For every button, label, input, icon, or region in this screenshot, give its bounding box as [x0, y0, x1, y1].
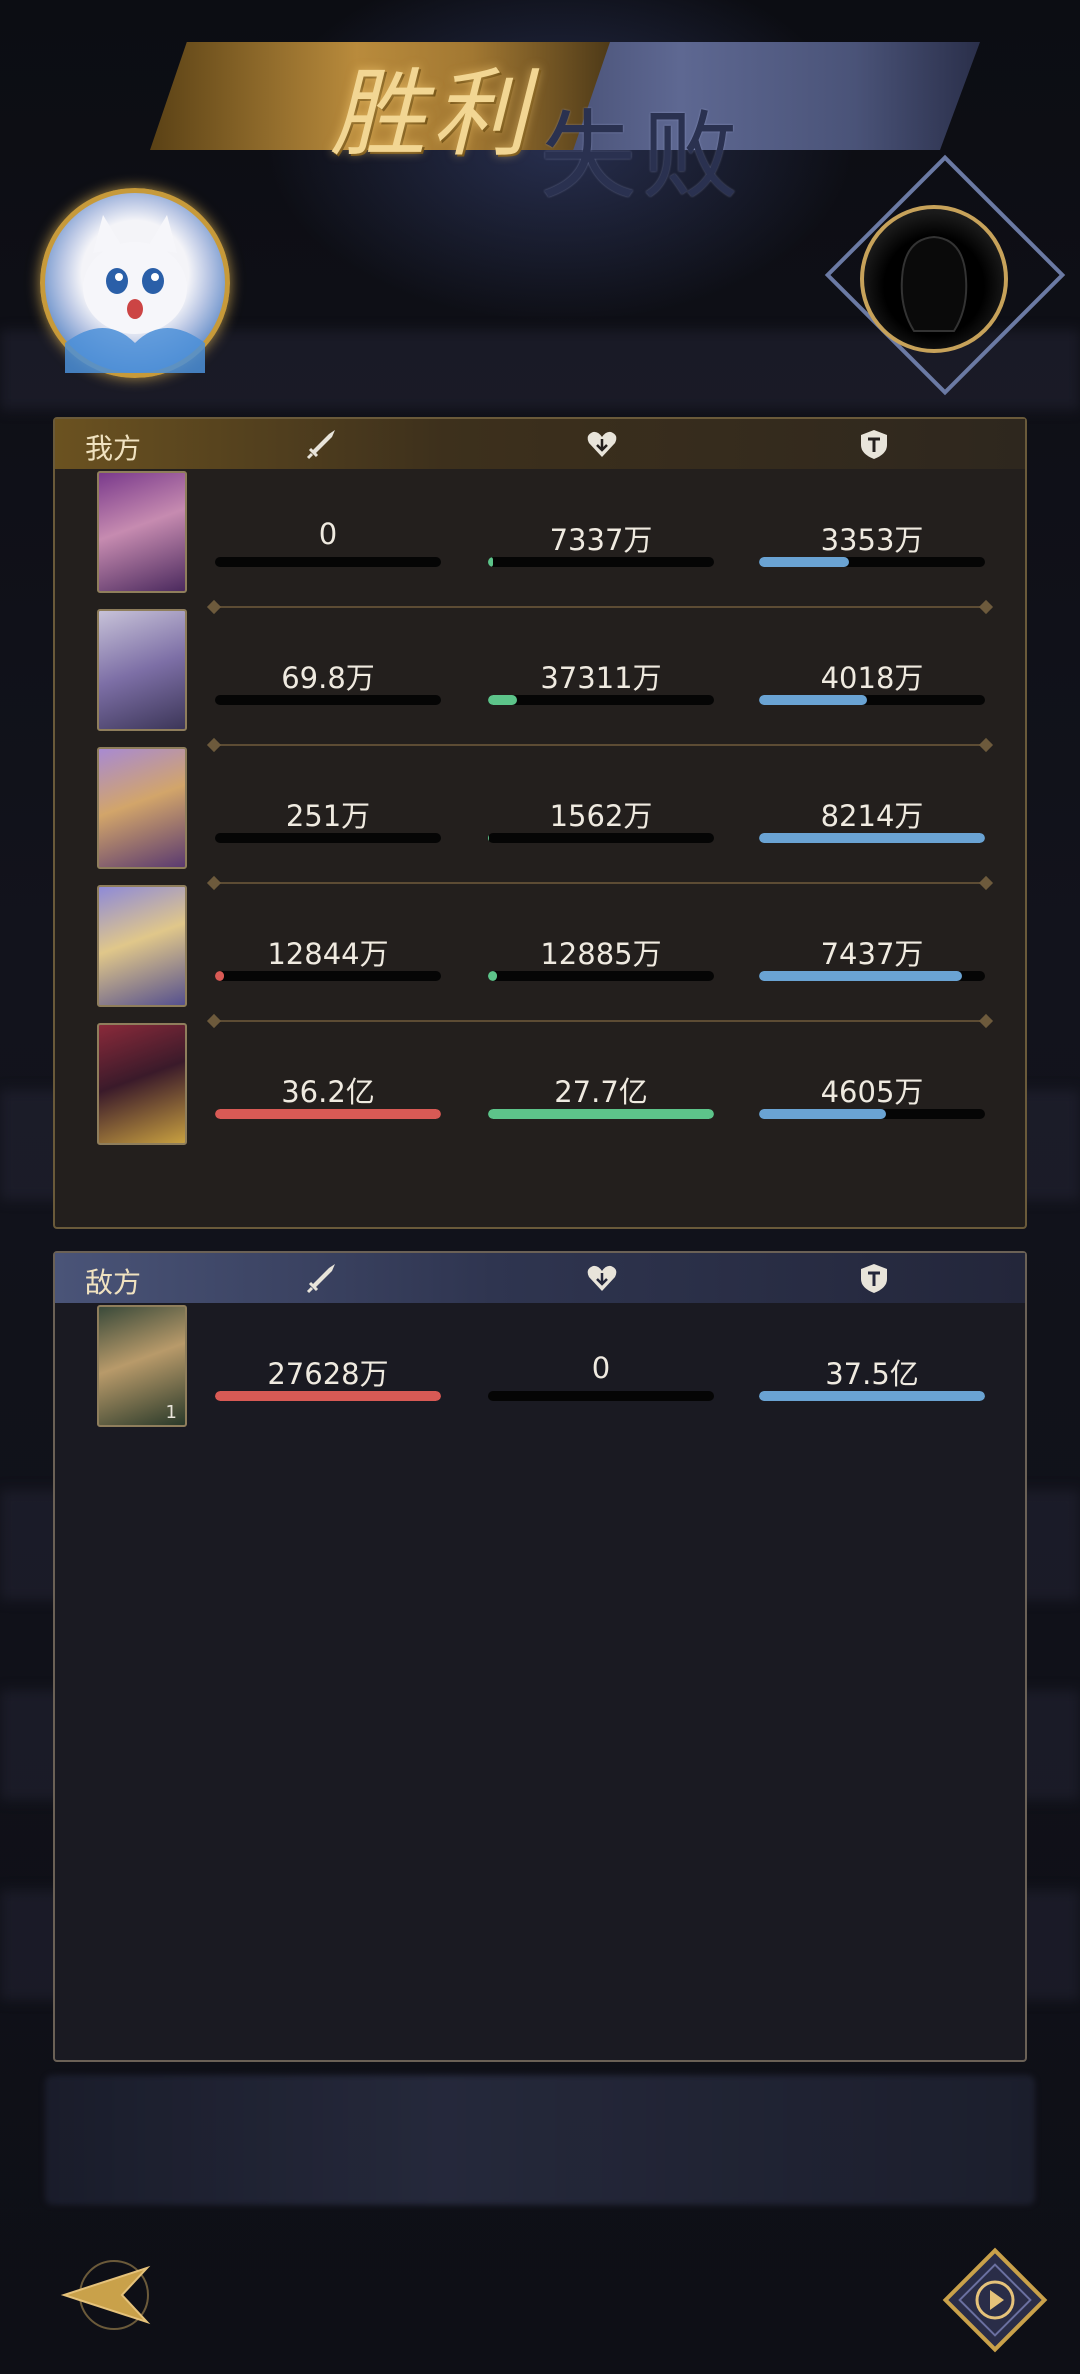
tank-bar	[759, 833, 985, 843]
row-divider	[215, 606, 985, 608]
enemy-stats-panel: 敌方 1 27628万 0 37.5亿	[53, 1251, 1027, 2062]
damage-bar	[215, 971, 441, 981]
heal-value: 1562万	[549, 799, 653, 833]
ally-hero-row[interactable]: 69.8万 37311万 4018万	[55, 609, 1025, 747]
sword-icon	[306, 430, 335, 460]
damage-value: 27628万	[267, 1357, 389, 1391]
bar-fill	[488, 971, 498, 981]
bar-fill	[759, 833, 985, 843]
damage-value: 36.2亿	[281, 1075, 375, 1109]
play-icon	[942, 2247, 1048, 2353]
heal-bar	[488, 833, 714, 843]
player-avatar[interactable]	[40, 188, 230, 378]
bar-fill	[488, 557, 493, 567]
hero-portrait[interactable]: 1	[97, 1305, 187, 1427]
bar-fill	[488, 833, 490, 843]
tank-bar	[759, 695, 985, 705]
bar-fill	[759, 971, 963, 981]
heart-icon	[587, 1265, 617, 1291]
damage-bar	[215, 1109, 441, 1119]
damage-bar	[215, 1391, 441, 1401]
ally-hero-row[interactable]: 251万 1562万 8214万	[55, 747, 1025, 885]
row-divider	[215, 744, 985, 746]
bar-fill	[759, 557, 850, 567]
tank-bar	[759, 971, 985, 981]
tank-bar	[759, 1109, 985, 1119]
heal-bar	[488, 1391, 714, 1401]
damage-value: 251万	[285, 799, 371, 833]
tank-value: 4018万	[820, 661, 924, 695]
heal-bar	[488, 971, 714, 981]
enemy-panel-header: 敌方	[55, 1253, 1025, 1303]
hero-portrait[interactable]	[97, 609, 187, 731]
ally-hero-row[interactable]: 0 7337万 3353万	[55, 471, 1025, 609]
damage-value: 69.8万	[281, 661, 375, 695]
heal-value: 0	[591, 1351, 611, 1385]
bar-fill	[488, 695, 518, 705]
tank-value: 37.5亿	[825, 1357, 919, 1391]
hero-portrait[interactable]	[97, 1023, 187, 1145]
tank-bar	[759, 557, 985, 567]
ally-stats-panel: 我方 0 7337万 3353万 69.8万 37311万 4018万 251万…	[53, 417, 1027, 1229]
heal-bar	[488, 557, 714, 567]
heal-bar	[488, 695, 714, 705]
hooded-figure-icon	[900, 235, 968, 332]
bar-fill	[488, 1109, 714, 1119]
heal-value: 7337万	[549, 523, 653, 557]
ally-hero-row[interactable]: 36.2亿 27.7亿 4605万	[55, 1023, 1025, 1161]
tank-value: 8214万	[820, 799, 924, 833]
tank-value: 3353万	[820, 523, 924, 557]
replay-button[interactable]	[940, 2245, 1050, 2355]
heal-value: 37311万	[540, 661, 662, 695]
defeat-text: 失败	[540, 100, 744, 212]
enemy-hero-row[interactable]: 1 27628万 0 37.5亿	[55, 1305, 1025, 1443]
heal-bar	[488, 1109, 714, 1119]
damage-bar	[215, 557, 441, 567]
heart-icon	[587, 431, 617, 457]
back-button[interactable]	[52, 2250, 162, 2340]
hero-level: 1	[165, 1402, 177, 1423]
damage-value: 12844万	[267, 937, 389, 971]
bar-fill	[215, 971, 225, 981]
damage-bar	[215, 833, 441, 843]
back-arrow-icon	[60, 2260, 151, 2330]
cat-avatar-icon	[65, 215, 205, 373]
blurred-background-card	[45, 2075, 1035, 2205]
tank-value: 4605万	[820, 1075, 924, 1109]
tank-value: 7437万	[820, 937, 924, 971]
enemy-avatar[interactable]	[860, 205, 1008, 353]
row-divider	[215, 882, 985, 884]
ally-panel-header: 我方	[55, 419, 1025, 469]
heal-value: 27.7亿	[554, 1075, 648, 1109]
sword-icon	[306, 1264, 335, 1294]
hero-portrait[interactable]	[97, 885, 187, 1007]
bar-fill	[759, 1391, 985, 1401]
tank-bar	[759, 1391, 985, 1401]
shield-icon	[861, 430, 887, 459]
shield-icon	[861, 1264, 887, 1293]
ally-label: 我方	[85, 432, 142, 465]
row-divider	[215, 1020, 985, 1022]
heal-value: 12885万	[540, 937, 662, 971]
bar-fill	[215, 1109, 441, 1119]
ally-hero-row[interactable]: 12844万 12885万 7437万	[55, 885, 1025, 1023]
damage-value: 0	[318, 517, 338, 551]
hero-portrait[interactable]	[97, 471, 187, 593]
damage-bar	[215, 695, 441, 705]
bar-fill	[759, 1109, 886, 1119]
enemy-label: 敌方	[85, 1266, 142, 1299]
bar-fill	[215, 1391, 441, 1401]
hero-portrait[interactable]	[97, 747, 187, 869]
bar-fill	[759, 695, 868, 705]
victory-text: 胜利	[330, 58, 534, 170]
